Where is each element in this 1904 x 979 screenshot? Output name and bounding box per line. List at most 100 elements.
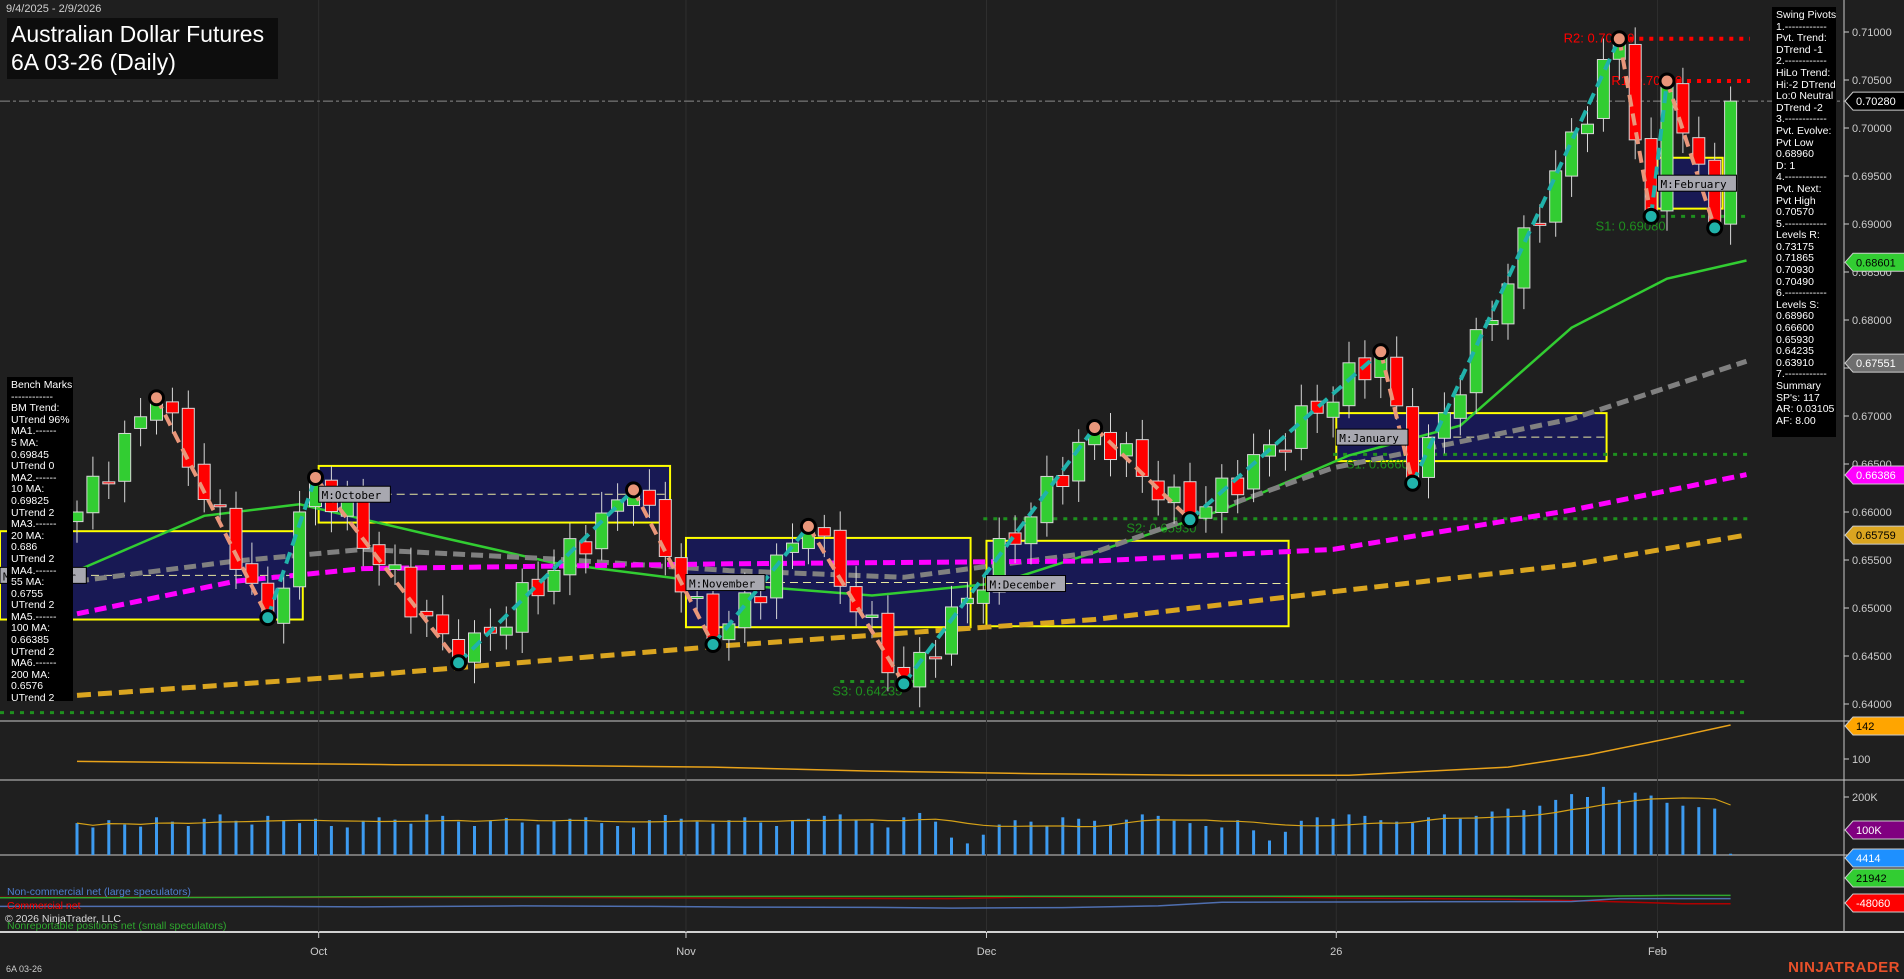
bench-line: UTrend 2 [11, 693, 69, 705]
candle [1200, 507, 1212, 518]
copyright: © 2026 NinjaTrader, LLC [5, 913, 121, 925]
candle [389, 565, 401, 570]
candle [214, 505, 226, 507]
y-tick-label: 0.70000 [1852, 123, 1892, 135]
y-tick-label: 0.64500 [1852, 651, 1892, 663]
candle [1327, 402, 1339, 417]
y-tick-label: 0.69000 [1852, 219, 1892, 231]
level-label: S3: 0.64235 [832, 683, 902, 698]
oscillator-tag: 142 [1856, 721, 1874, 733]
swing-low-marker [706, 637, 720, 651]
candle [516, 583, 528, 633]
month-label: M:December [989, 579, 1056, 592]
pivots-line: AF: 8.00 [1776, 416, 1832, 428]
candle [914, 652, 926, 687]
y-tick-label: 0.71000 [1852, 27, 1892, 39]
swing-high-marker [309, 470, 323, 484]
candle [1550, 171, 1562, 222]
x-tick-label: Nov [676, 946, 696, 958]
candle [500, 627, 512, 635]
candle [135, 417, 147, 429]
candle [119, 433, 131, 481]
pivots-line: Summary [1776, 381, 1832, 393]
y-tick-label: 0.66000 [1852, 507, 1892, 519]
bench-line: 0.66385 [11, 635, 69, 647]
ma-tag: 0.67551 [1856, 358, 1896, 370]
swing-pivots-panel: Swing Pivots1.------------Pvt. Trend:DTr… [1772, 7, 1836, 437]
candle [930, 657, 942, 659]
candle [1725, 101, 1737, 224]
chart-subtitle: 6A 03-26 (Daily) [11, 48, 274, 76]
instrument-label: 6A 03-26 [6, 964, 42, 974]
swing-low-marker [1183, 513, 1197, 527]
y-tick-label: 0.67000 [1852, 411, 1892, 423]
y-tick-label: 0.64000 [1852, 699, 1892, 711]
pivots-line: Lo:0 Neutral [1776, 91, 1832, 103]
candle [818, 528, 830, 536]
y-tick-label: 0.69500 [1852, 171, 1892, 183]
candle [87, 476, 99, 512]
pivots-line: Pvt. Evolve: [1776, 126, 1832, 138]
pivots-line: 0.70570 [1776, 207, 1832, 219]
swing-high-marker [1088, 421, 1102, 435]
swing-high-marker [1374, 345, 1388, 359]
oscillator-tag-bg [1845, 717, 1904, 735]
candle [1454, 395, 1466, 419]
price-chart[interactable]: OctNovDec26Feb0.710000.705000.700000.695… [0, 0, 1904, 979]
candle [278, 588, 290, 623]
candle [1248, 455, 1260, 489]
cot-commercial-tag: -48060 [1856, 898, 1890, 910]
month-label: M:January [1339, 432, 1399, 445]
candle [771, 555, 783, 598]
ninjatrader-logo: NINJATRADER [1788, 959, 1900, 976]
candle [198, 464, 210, 499]
volume-tick-label: 200K [1852, 792, 1878, 804]
legend-noncommercial: Non-commercial net (large speculators) [7, 886, 191, 898]
y-tick-label: 0.70500 [1852, 75, 1892, 87]
bench-line: UTrend 0 [11, 461, 69, 473]
bench-line: MA3.------ [11, 519, 69, 531]
oscillator-tick-label: 100 [1852, 754, 1870, 766]
swing-low-marker [261, 611, 275, 625]
pivots-line: HiLo Trend: [1776, 68, 1832, 80]
bench-line: 55 MA: [11, 577, 69, 589]
cot-noncommercial-line [0, 899, 1731, 909]
swing-high-marker [627, 483, 641, 497]
month-label: M:February [1660, 178, 1727, 191]
month-label: M:October [322, 489, 382, 502]
swing-high-marker [1660, 74, 1674, 88]
chart-title-box: Australian Dollar Futures 6A 03-26 (Dail… [7, 18, 278, 79]
pivots-line: 0.70930 [1776, 265, 1832, 277]
cot-nonreportable-line [0, 895, 1731, 897]
candle [1343, 363, 1355, 406]
candle [1629, 44, 1641, 139]
swing-low-marker [1644, 209, 1658, 223]
candle [564, 539, 576, 575]
candle [1216, 478, 1228, 512]
swing-high-marker [150, 391, 164, 405]
candle [1025, 517, 1037, 544]
ma-tag: 0.65759 [1856, 530, 1896, 542]
candle [691, 597, 703, 599]
swing-low-marker [1708, 221, 1722, 235]
bench-line: UTrend 2 [11, 554, 69, 566]
swing-low-marker [897, 677, 911, 691]
cot-nonreportable-tag: 21942 [1856, 873, 1887, 885]
candle [596, 513, 608, 549]
bench-line: 5 MA: [11, 438, 69, 450]
bench-line: 0.69825 [11, 496, 69, 508]
last-price-tag: 0.70280 [1856, 96, 1896, 108]
pivots-line: Pvt. Next: [1776, 184, 1832, 196]
volume-average-tag: 100K [1856, 825, 1882, 837]
candle [643, 490, 655, 505]
x-tick-label: 26 [1330, 946, 1342, 958]
swing-high-marker [801, 519, 815, 533]
ma-tag: 0.66386 [1856, 470, 1896, 482]
candle [1279, 450, 1291, 452]
y-tick-label: 0.68000 [1852, 315, 1892, 327]
candle [755, 597, 767, 603]
candle [103, 482, 115, 484]
month-label: M:November [689, 578, 756, 591]
candle [1534, 223, 1546, 225]
pivots-line: 0.68960 [1776, 149, 1832, 161]
